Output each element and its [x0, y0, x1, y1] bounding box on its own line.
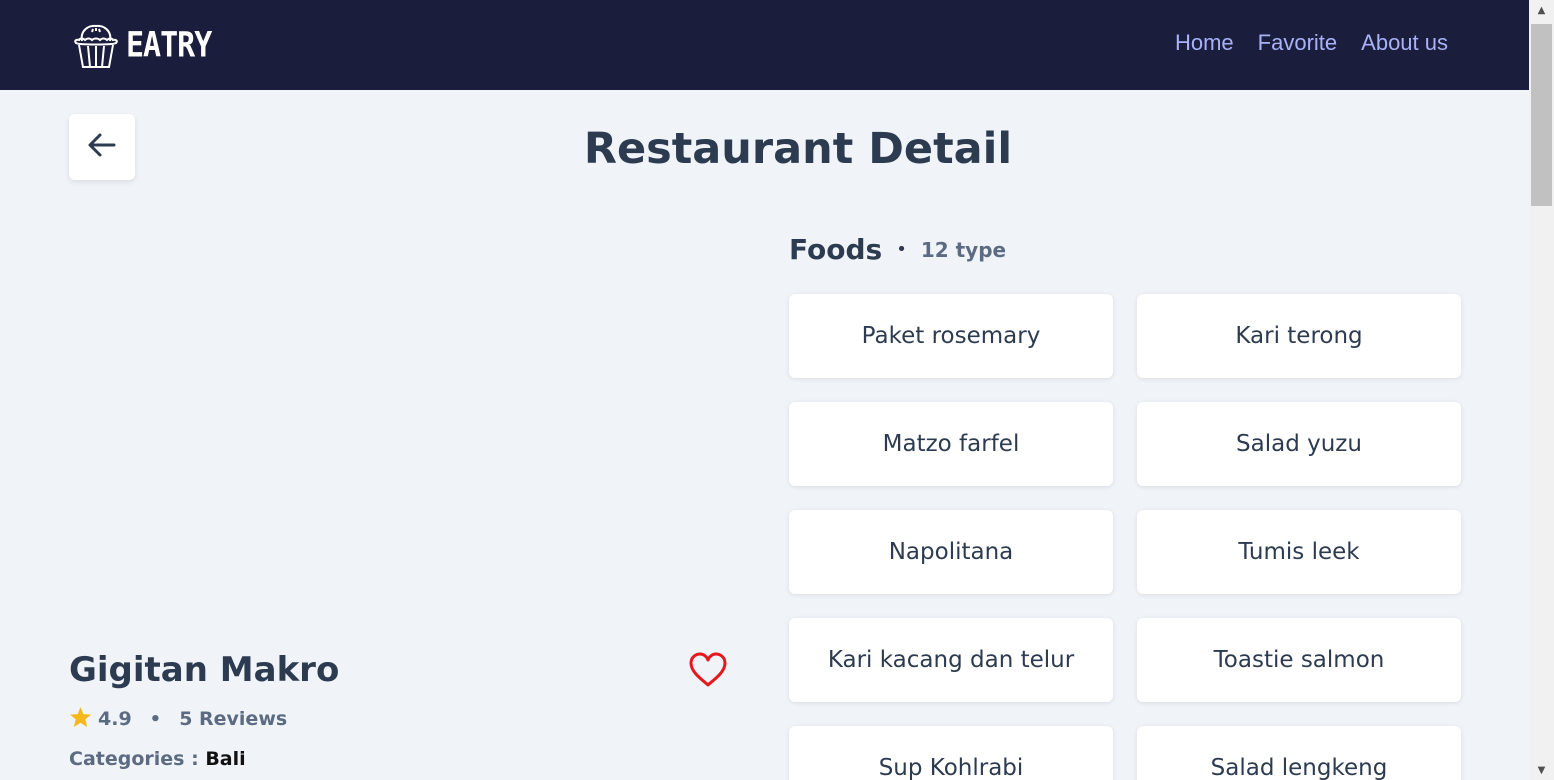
rating-separator: • — [149, 708, 162, 730]
food-card[interactable]: Matzo farfel — [789, 402, 1113, 486]
food-card[interactable]: Tumis leek — [1137, 510, 1461, 594]
vertical-scrollbar[interactable]: ▲ ▼ — [1529, 0, 1554, 780]
star-icon — [69, 706, 92, 733]
muffin-icon — [70, 19, 122, 71]
food-card[interactable]: Salad lengkeng — [1137, 726, 1461, 780]
nav-about-link[interactable]: About us — [1361, 30, 1448, 56]
rating-value: 4.9 — [98, 708, 132, 730]
page-title: Restaurant Detail — [583, 124, 1013, 174]
brand-logo[interactable]: EATRY — [70, 18, 212, 72]
food-card[interactable]: Toastie salmon — [1137, 618, 1461, 702]
scroll-thumb[interactable] — [1531, 24, 1552, 206]
foods-count: 12 type — [920, 237, 1007, 262]
categories: Categories : Bali — [69, 748, 246, 770]
nav-links: Home Favorite About us — [1175, 30, 1448, 56]
restaurant-name: Gigitan Makro — [69, 650, 340, 690]
favorite-button[interactable] — [688, 652, 728, 688]
categories-label: Categories : — [69, 748, 199, 770]
food-card[interactable]: Kari kacang dan telur — [789, 618, 1113, 702]
foods-header: Foods • 12 type — [789, 233, 1006, 266]
navbar: EATRY Home Favorite About us — [0, 0, 1529, 90]
scroll-up-arrow-icon[interactable]: ▲ — [1529, 0, 1554, 20]
food-card[interactable]: Salad yuzu — [1137, 402, 1461, 486]
nav-home-link[interactable]: Home — [1175, 30, 1234, 56]
brand-name: EATRY — [126, 24, 212, 66]
scroll-down-arrow-icon[interactable]: ▼ — [1529, 760, 1554, 780]
categories-value: Bali — [205, 748, 246, 770]
rating-row: 4.9 • 5 Reviews — [69, 706, 287, 732]
food-card[interactable]: Kari terong — [1137, 294, 1461, 378]
foods-separator: • — [896, 239, 907, 260]
food-card[interactable]: Sup Kohlrabi — [789, 726, 1113, 780]
nav-favorite-link[interactable]: Favorite — [1258, 30, 1337, 56]
heart-icon — [688, 652, 728, 692]
foods-title: Foods — [789, 233, 883, 266]
page-viewport: EATRY Home Favorite About us Restaurant … — [0, 0, 1529, 780]
food-card[interactable]: Paket rosemary — [789, 294, 1113, 378]
food-card[interactable]: Napolitana — [789, 510, 1113, 594]
review-count: 5 Reviews — [179, 708, 288, 730]
foods-grid: Paket rosemary Kari terong Matzo farfel … — [789, 294, 1461, 780]
